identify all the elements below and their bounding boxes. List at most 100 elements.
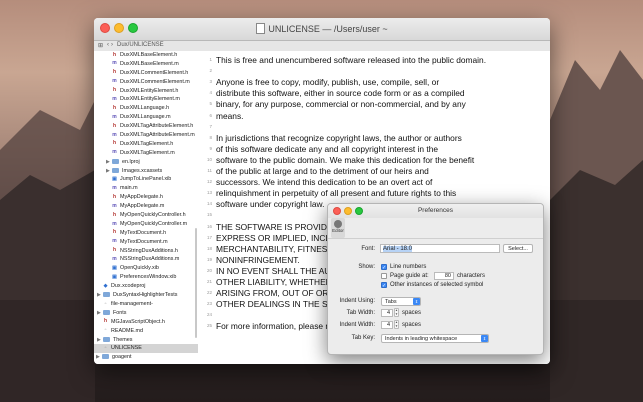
sidebar-item[interactable]: ▶ Themes [94,336,198,345]
sidebar-item-label: JumpToLinePanel.xib [120,176,172,183]
sidebar-item[interactable]: h MGJavaScriptObject.h [94,318,198,327]
sidebar-item[interactable]: ▫ UNLICENSE [94,344,198,354]
forward-icon[interactable]: › [111,42,113,48]
sidebar-item[interactable]: h DuxXMLTagAttributeElement.h [94,122,198,131]
sidebar-item[interactable]: ▫ file-management- [94,300,198,309]
sidebar-item[interactable]: m main.m [94,184,198,193]
source-file-icon: m [112,149,117,156]
sidebar-item-label: Fonts [113,309,127,316]
sidebar-item[interactable]: ▣ PreferencesWindow.xib [94,273,198,282]
sidebar-item[interactable]: ▶ goagent [94,353,198,362]
sidebar-item-label: DuxXMLBaseElement.m [120,60,179,67]
indent-width-field[interactable]: 4 [381,321,393,329]
popup-arrows-icon: ⇕ [481,335,488,342]
sidebar-toggle-icon[interactable]: ⊞ [98,42,103,49]
source-file-icon: m [112,60,117,67]
sidebar-item[interactable]: h DuxXMLBaseElement.h [94,51,198,60]
line-number: 21 [206,279,212,284]
source-file-icon: m [112,184,117,191]
source-file-icon: m [112,202,117,209]
line-number: 13 [206,190,212,196]
sidebar-item[interactable]: m MyOpenQuicklyController.m [94,220,198,229]
sidebar-item[interactable]: h MyTextDocument.h [94,229,198,238]
line-text: OTHER LIABILITY, WHETHER [216,277,332,287]
sidebar-item[interactable]: m DuxXMLBaseElement.m [94,60,198,69]
editor-line: 9 of this software dedicate any and all c… [198,144,550,154]
line-text: This is free and unencumbered software r… [216,55,487,65]
line-text: software under copyright law. [216,199,325,210]
sidebar-item-label: NSStringDuxAdditions.h [120,247,178,254]
line-number: 16 [206,223,212,229]
sidebar-item[interactable]: ▶ Images.xcassets [94,167,198,176]
path-bar-project[interactable]: Dux/UNLICENSE [117,42,164,48]
sidebar-item[interactable]: m MyTextDocument.m [94,238,198,247]
page-guide-checkbox[interactable] [381,273,387,279]
sidebar-item[interactable]: ▣ OpenQuickly.xib [94,264,198,273]
header-file-icon: h [112,122,117,129]
xcode-project-icon: ◆ [103,282,108,289]
folder-icon [103,309,110,315]
sidebar-item-label: main.m [120,185,138,192]
line-number: 5 [209,101,212,107]
preferences-title-bar[interactable]: Preferences [328,204,543,218]
indent-width-label: Indent Width: [339,322,375,328]
sidebar-item[interactable]: h NSStringDuxAdditions.h [94,247,198,256]
line-text: In jurisdictions that recognize copyrigh… [216,132,462,143]
sidebar-item[interactable]: h MyOpenQuicklyController.h [94,211,198,220]
sidebar-item[interactable]: ◆ Dux.xcodeproj [94,282,198,291]
line-number: 4 [209,90,212,96]
sidebar-item[interactable]: h MyAppDelegate.h [94,193,198,202]
line-number: 17 [206,234,212,240]
line-text: binary, for any purpose, commercial or n… [216,99,466,110]
sidebar-item-label: MGJavaScriptObject.h [111,318,165,325]
sidebar-item[interactable]: ▶ DuxSyntaxHighlighterTests [94,291,198,300]
indent-width-stepper[interactable]: ▲ ▼ [394,320,399,329]
back-icon[interactable]: ‹ [107,42,109,48]
tab-width-stepper[interactable]: ▲ ▼ [394,308,399,317]
header-file-icon: h [112,247,117,254]
tab-editor-label: Editor [332,228,344,233]
sidebar-item[interactable]: m DuxXMLTagElement.m [94,149,198,158]
sidebar-item[interactable]: h DuxXMLLanguage.h [94,104,198,113]
sidebar-item[interactable]: h DuxXMLEntityElement.h [94,87,198,96]
folder-icon [103,336,110,342]
tab-key-value: Indents in leading whitespace [385,336,458,342]
sidebar-item[interactable]: ▣ JumpToLinePanel.xib [94,175,198,184]
file-icon: ▫ [104,300,107,307]
title-bar[interactable]: UNLICENSE — /Users/user ~ [94,18,550,41]
editor-line: 2 [198,66,550,76]
other-instances-checkbox[interactable] [381,281,387,291]
sidebar-scrollbar[interactable] [195,228,197,338]
sidebar-item[interactable]: m DuxXMLTagAttributeElement.m [94,131,198,140]
tab-width-field[interactable]: 4 [381,309,393,317]
editor-line: 11 of the public at large and to the detr… [198,166,550,176]
line-text: software to the public domain. We make t… [216,154,475,165]
indent-using-popup[interactable]: Tabs ⇕ [381,297,421,306]
sidebar-item-label: DuxXMLTagElement.m [120,149,175,156]
select-font-button[interactable]: Select... [503,244,533,253]
sidebar-item-label: DuxXMLCommentElement.h [120,69,189,76]
line-number: 24 [206,312,212,318]
sidebar-item-label: DuxXMLTagAttributeElement.h [120,123,194,130]
sidebar-item[interactable]: h DuxXMLTagElement.h [94,140,198,149]
sidebar-item[interactable]: m DuxXMLEntityElement.m [94,95,198,104]
window-title-path: — /Users/user ~ [322,24,388,34]
line-numbers-checkbox[interactable] [381,263,387,273]
page-guide-field[interactable]: 80 [434,272,454,280]
sidebar-item-label: Dux.xcodeproj [111,283,146,290]
line-text: distribute this software, either in sour… [216,88,465,99]
tab-key-popup[interactable]: Indents in leading whitespace ⇕ [381,334,489,343]
line-text: MERCHANTABILITY, FITNESS [216,243,333,254]
sidebar-item[interactable]: m DuxXMLLanguage.m [94,113,198,122]
sidebar-item[interactable]: m MyAppDelegate.m [94,202,198,211]
sidebar-item[interactable]: m NSStringDuxAdditions.m [94,255,198,264]
document-icon [256,23,266,34]
sidebar-item[interactable]: h DuxXMLCommentElement.h [94,69,198,78]
sidebar-item[interactable]: ▶ Fonts [94,309,198,318]
sidebar-item[interactable]: m DuxXMLCommentElement.m [94,78,198,87]
font-field[interactable]: Arial - 18.0 [380,244,500,253]
line-text: ARISING FROM, OUT OF OR [216,288,329,299]
sidebar-item[interactable]: ▫ README.md [94,327,198,336]
sidebar-item[interactable]: ▶ en.lproj [94,158,198,167]
tab-editor[interactable]: Editor [331,218,345,238]
